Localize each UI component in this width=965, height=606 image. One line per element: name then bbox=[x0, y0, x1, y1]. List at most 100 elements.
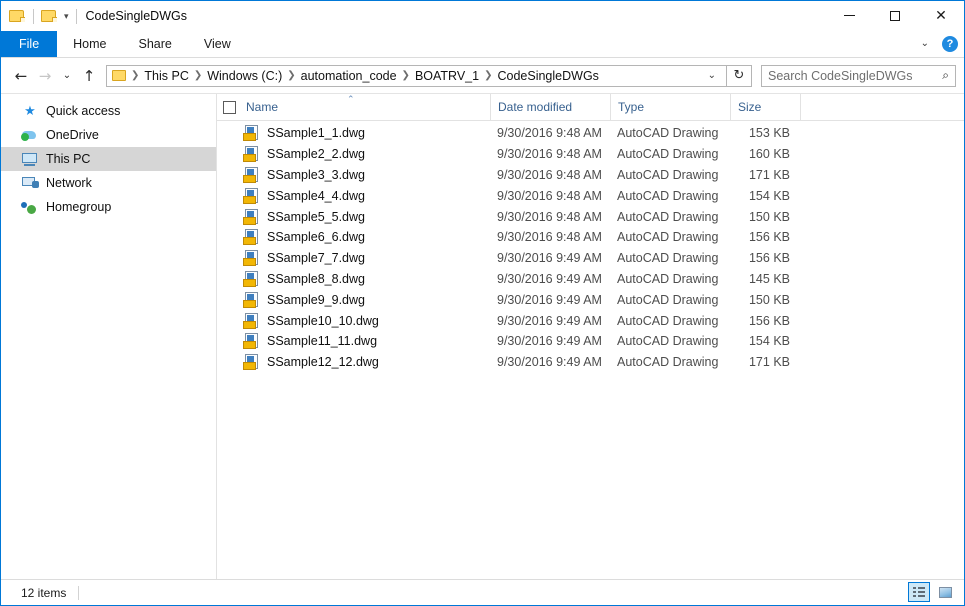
table-row[interactable]: SSample9_9.dwg 9/30/2016 9:49 AM AutoCAD… bbox=[217, 289, 964, 310]
recent-locations-button[interactable]: ⌄ bbox=[57, 64, 77, 88]
cloud-icon bbox=[21, 127, 39, 143]
tab-home[interactable]: Home bbox=[57, 31, 122, 57]
table-row[interactable]: SSample3_3.dwg 9/30/2016 9:48 AM AutoCAD… bbox=[217, 165, 964, 186]
tab-file[interactable]: File bbox=[1, 31, 57, 57]
qat-divider-2 bbox=[76, 9, 77, 24]
homegroup-icon bbox=[21, 199, 39, 215]
table-row[interactable]: SSample10_10.dwg 9/30/2016 9:49 AM AutoC… bbox=[217, 310, 964, 331]
breadcrumb-sep-2: ❯ bbox=[286, 70, 296, 81]
file-name-label: SSample8_8.dwg bbox=[267, 272, 365, 286]
status-divider bbox=[78, 586, 79, 600]
file-size-cell: 153 KB bbox=[730, 126, 800, 140]
network-icon bbox=[21, 175, 39, 191]
sidebar-item-network[interactable]: Network bbox=[1, 171, 216, 195]
tab-view[interactable]: View bbox=[188, 31, 247, 57]
file-date-cell: 9/30/2016 9:49 AM bbox=[490, 251, 610, 265]
column-header-type[interactable]: Type bbox=[610, 94, 730, 120]
file-name-cell: SSample9_9.dwg bbox=[217, 292, 490, 308]
breadcrumb-item-boatrv-1[interactable]: BOATRV_1 bbox=[411, 68, 483, 84]
file-name-label: SSample2_2.dwg bbox=[267, 147, 365, 161]
table-row[interactable]: SSample5_5.dwg 9/30/2016 9:48 AM AutoCAD… bbox=[217, 206, 964, 227]
file-name-label: SSample10_10.dwg bbox=[267, 314, 379, 328]
autocad-drawing-icon bbox=[243, 188, 259, 204]
sidebar-item-this-pc[interactable]: This PC bbox=[1, 147, 216, 171]
up-button[interactable]: ↑ bbox=[77, 64, 101, 88]
file-name-label: SSample5_5.dwg bbox=[267, 210, 365, 224]
file-date-cell: 9/30/2016 9:49 AM bbox=[490, 272, 610, 286]
expand-ribbon-chevron-down-icon[interactable]: ⌄ bbox=[917, 37, 933, 51]
file-type-cell: AutoCAD Drawing bbox=[610, 189, 730, 203]
large-icons-view-button[interactable] bbox=[934, 582, 956, 602]
select-all-checkbox[interactable] bbox=[223, 101, 236, 114]
close-icon: ✕ bbox=[935, 9, 947, 23]
sidebar-item-homegroup[interactable]: Homegroup bbox=[1, 195, 216, 219]
file-name-label: SSample12_12.dwg bbox=[267, 355, 379, 369]
file-name-label: SSample11_11.dwg bbox=[267, 334, 377, 348]
table-row[interactable]: SSample8_8.dwg 9/30/2016 9:49 AM AutoCAD… bbox=[217, 269, 964, 290]
table-row[interactable]: SSample12_12.dwg 9/30/2016 9:49 AM AutoC… bbox=[217, 352, 964, 373]
address-bar: ← → ⌄ ↑ ❯ This PC ❯ Windows (C:) ❯ autom… bbox=[1, 58, 964, 93]
sidebar-item-onedrive[interactable]: OneDrive bbox=[1, 123, 216, 147]
file-name-label: SSample3_3.dwg bbox=[267, 168, 365, 182]
breadcrumb-item-automation-code[interactable]: automation_code bbox=[297, 68, 401, 84]
file-name-cell: SSample1_1.dwg bbox=[217, 125, 490, 141]
refresh-button[interactable]: ↻ bbox=[727, 65, 752, 87]
file-size-cell: 154 KB bbox=[730, 189, 800, 203]
file-type-cell: AutoCAD Drawing bbox=[610, 126, 730, 140]
table-row[interactable]: SSample11_11.dwg 9/30/2016 9:49 AM AutoC… bbox=[217, 331, 964, 352]
column-header-date-modified[interactable]: Date modified bbox=[490, 94, 610, 120]
sidebar-item-label: This PC bbox=[46, 152, 90, 166]
table-row[interactable]: SSample7_7.dwg 9/30/2016 9:49 AM AutoCAD… bbox=[217, 248, 964, 269]
file-name-label: SSample6_6.dwg bbox=[267, 230, 365, 244]
file-size-cell: 171 KB bbox=[730, 355, 800, 369]
maximize-button[interactable] bbox=[872, 1, 918, 31]
file-date-cell: 9/30/2016 9:49 AM bbox=[490, 355, 610, 369]
search-input[interactable]: Search CodeSingleDWGs bbox=[768, 69, 942, 83]
file-name-cell: SSample6_6.dwg bbox=[217, 229, 490, 245]
breadcrumb-item-windows-c[interactable]: Windows (C:) bbox=[203, 68, 286, 84]
breadcrumb[interactable]: ❯ This PC ❯ Windows (C:) ❯ automation_co… bbox=[106, 65, 727, 87]
column-header-size[interactable]: Size bbox=[730, 94, 800, 120]
search-box[interactable]: Search CodeSingleDWGs ⌕ bbox=[761, 65, 956, 87]
breadcrumb-sep-0: ❯ bbox=[130, 70, 140, 81]
minimize-button[interactable] bbox=[826, 1, 872, 31]
column-header-label: Type bbox=[618, 100, 644, 114]
new-folder-icon[interactable] bbox=[41, 9, 58, 23]
breadcrumb-sep-3: ❯ bbox=[401, 70, 411, 81]
close-button[interactable]: ✕ bbox=[918, 1, 964, 31]
file-name-cell: SSample7_7.dwg bbox=[217, 250, 490, 266]
table-row[interactable]: SSample6_6.dwg 9/30/2016 9:48 AM AutoCAD… bbox=[217, 227, 964, 248]
file-type-cell: AutoCAD Drawing bbox=[610, 334, 730, 348]
table-row[interactable]: SSample4_4.dwg 9/30/2016 9:48 AM AutoCAD… bbox=[217, 185, 964, 206]
title-bar: ▾ CodeSingleDWGs ✕ bbox=[1, 1, 964, 31]
breadcrumb-item-this-pc[interactable]: This PC bbox=[140, 68, 192, 84]
file-size-cell: 154 KB bbox=[730, 334, 800, 348]
file-size-cell: 150 KB bbox=[730, 293, 800, 307]
sidebar-item-quick-access[interactable]: ★ Quick access bbox=[1, 99, 216, 123]
breadcrumb-item-codesingledwgs[interactable]: CodeSingleDWGs bbox=[493, 68, 602, 84]
status-bar: 12 items bbox=[1, 579, 964, 605]
large-icons-view-icon bbox=[939, 587, 952, 598]
autocad-drawing-icon bbox=[243, 313, 259, 329]
table-row[interactable]: SSample2_2.dwg 9/30/2016 9:48 AM AutoCAD… bbox=[217, 144, 964, 165]
autocad-drawing-icon bbox=[243, 271, 259, 287]
breadcrumb-sep-4: ❯ bbox=[483, 70, 493, 81]
file-date-cell: 9/30/2016 9:48 AM bbox=[490, 210, 610, 224]
file-name-cell: SSample11_11.dwg bbox=[217, 333, 490, 349]
details-view-button[interactable] bbox=[908, 582, 930, 602]
tab-share[interactable]: Share bbox=[123, 31, 188, 57]
window-title: CodeSingleDWGs bbox=[86, 9, 187, 23]
column-header-row: Name ⌃ Date modified Type Size bbox=[217, 94, 964, 121]
file-type-cell: AutoCAD Drawing bbox=[610, 251, 730, 265]
back-button[interactable]: ← bbox=[9, 64, 33, 88]
quick-access-toolbar: ▾ bbox=[1, 9, 84, 24]
ribbon-tab-bar: File Home Share View ⌄ ? bbox=[1, 31, 964, 58]
table-row[interactable]: SSample1_1.dwg 9/30/2016 9:48 AM AutoCAD… bbox=[217, 123, 964, 144]
column-header-name[interactable]: Name ⌃ bbox=[217, 94, 490, 120]
file-date-cell: 9/30/2016 9:48 AM bbox=[490, 126, 610, 140]
file-name-cell: SSample5_5.dwg bbox=[217, 209, 490, 225]
breadcrumb-dropdown-chevron-down-icon[interactable]: ⌄ bbox=[700, 70, 724, 81]
help-icon[interactable]: ? bbox=[942, 36, 958, 52]
file-name-label: SSample1_1.dwg bbox=[267, 126, 365, 140]
qat-dropdown-caret-icon[interactable]: ▾ bbox=[64, 12, 69, 21]
